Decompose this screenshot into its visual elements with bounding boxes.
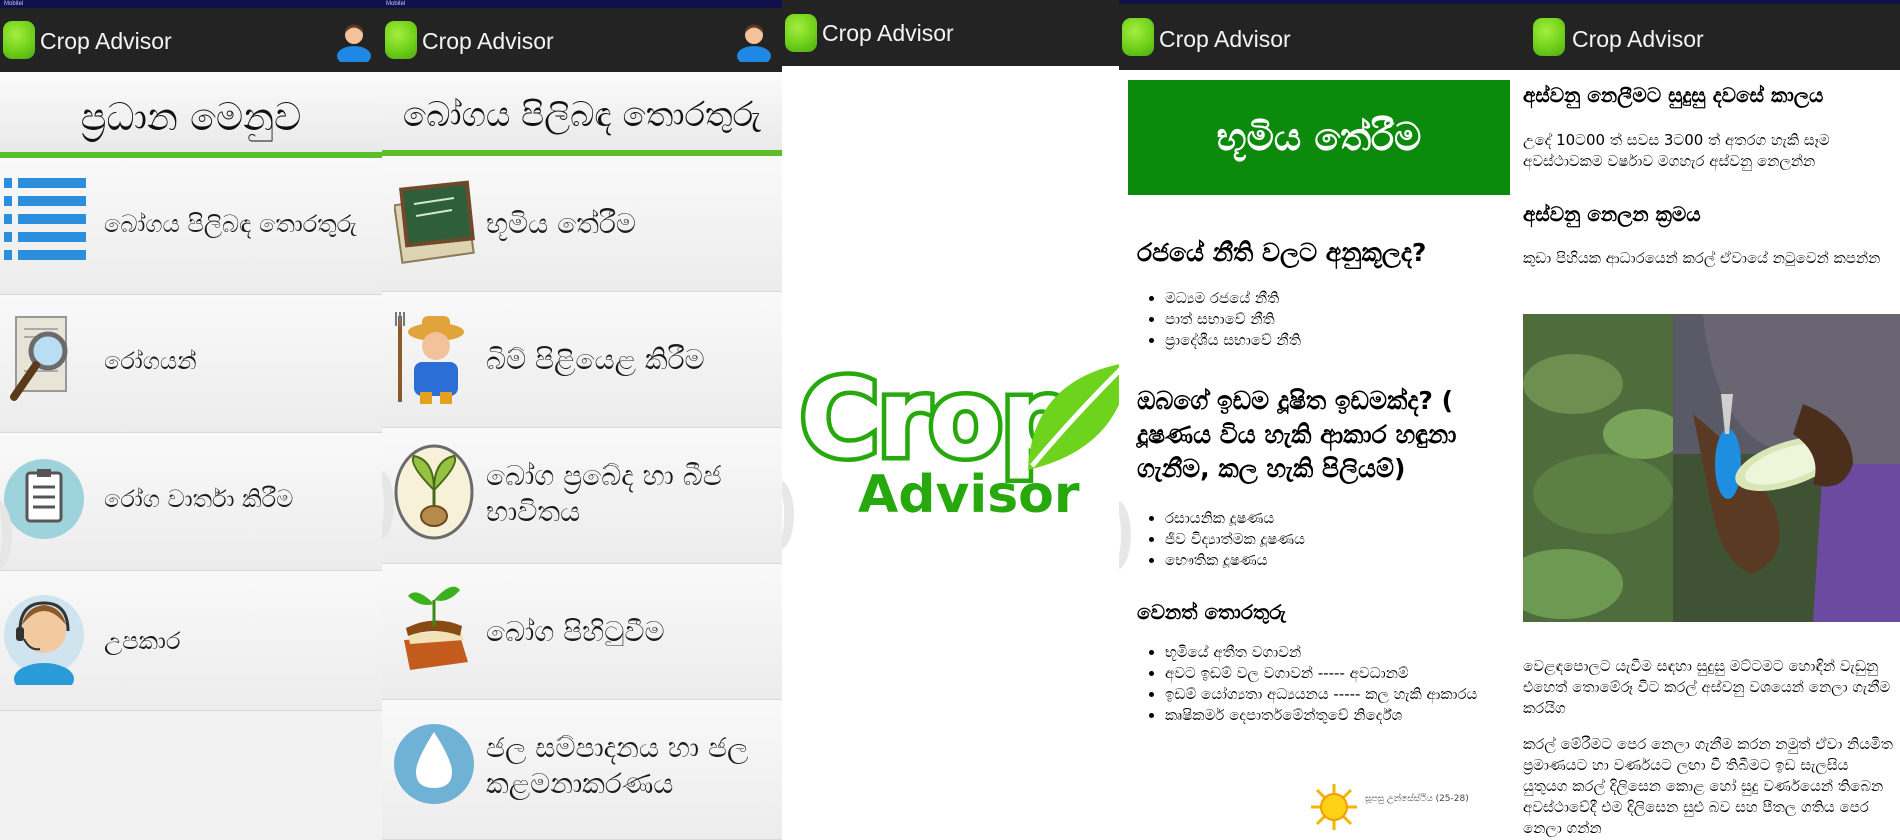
article-heading-text: අස්වනු නෙලීමට සුදුසු දවසේ කාලය [1523,83,1824,107]
article-paragraph-text: කරල් මේරීමට පෙර නෙලා ගැනීම කරන නමුත් ඒවා… [1523,735,1893,837]
bullet-item: මධ්‍යම රජයේ නීති [1165,288,1509,309]
menu-item-label: බිම් පිළියෙළ කිරීම [486,343,705,376]
section-heading: රජයේ නීති වලට අනුකූලද? [1137,238,1427,267]
menu-item-label: ජල සම්පාදනය හා ජල කළමනාකරණය [486,731,749,800]
section-heading: වෙනත් තොරතුරු [1137,600,1286,624]
bullet-item: භූමියේ අතීත වගාවන් [1165,642,1509,663]
app-bar: Crop Advisor [1519,4,1900,70]
menu-item-crop-establishment[interactable]: බෝග පිහිටුවීම [382,564,782,700]
menu-item-irrigation[interactable]: ජල සම්පාදනය හා ජල කළමනාකරණය [382,700,782,840]
screen-splash: Crop Advisor Crop Crop Advisor [782,0,1119,840]
farmer-icon [395,312,464,404]
app-title: Crop Advisor [1572,26,1704,52]
section-legal: රජයේ නීති වලට අනුකූලද? මධ්‍යම රජයේ නීති … [1137,236,1509,351]
menu-item-varieties-seeds[interactable]: බෝග ප්‍රබේද හා බීජ භාවිතය [382,428,782,564]
app-bar: Crop Advisor [0,8,382,72]
leaf-icon [1028,364,1119,470]
article-heading: අස්වනු නෙලීමට සුදුසු දවසේ කාලය [1523,82,1894,108]
menu-item-label: රෝග වාර්තා කිරීම [104,485,294,513]
bullet-item: අවට ඉඩම් වල වගාවන් ----- අවධානම් [1165,663,1509,684]
plant-book-icon [404,586,468,670]
menu-item-label: බෝග පිහිටුවීම [486,615,665,648]
section-other-info: වෙනත් තොරතුරු භූමියේ අතීත වගාවන් අවට ඉඩම… [1137,600,1509,726]
bullet-item: භෞතික දූෂණය [1165,550,1509,571]
menu-item-label: රෝගයන් [104,347,197,375]
status-carrier: Mobitel [4,1,24,7]
article-paragraph: වෙළඳපොලට යැවීම සඳහා සුදුසු මට්ටමට හොඳින්… [1523,656,1894,719]
clipboard-badge-icon [4,459,84,539]
screen-harvest: Crop Advisor අස්වනු නෙලීමට සුදුසු දවසේ ක… [1519,0,1900,840]
app-bar: Crop Advisor [382,8,782,72]
article-heading: අස්වනු නෙලන ක්‍රමය [1523,201,1894,227]
crop-advisor-logo: Crop Crop Advisor [795,355,1119,530]
article-paragraph-text: වෙළඳපොලට යැවීම සඳහා සුදුසු මට්ටමට හොඳින්… [1523,657,1891,717]
app-logo-icon[interactable] [1122,18,1154,56]
carousel-edge-indicator [1119,500,1131,570]
bullet-list: භූමියේ අතීත වගාවන් අවට ඉඩම් වල වගාවන් --… [1137,642,1509,726]
bullet-item: පාත් සභාවේ නීති [1165,309,1509,330]
page-title: ප්‍රධාන මෙනුව [0,72,382,152]
bullet-list: රසායනික දූෂණය ජීව විද්‍යාත්මක දූෂණය භෞති… [1137,508,1509,571]
section-pollution: ඔබගේ ඉඩම දූෂිත ඉඩමක්ද? ( දූෂණය විය හැකි … [1137,384,1509,571]
menu-item-label: උපකාර [104,627,181,655]
bullet-item: ජීව විද්‍යාත්මක දූෂණය [1165,529,1509,550]
screen-land-selection: Crop Advisor භූමිය තේරීම රජයේ නීති වලට අ… [1119,0,1519,840]
list-icon [4,178,86,260]
article-paragraph: උදේ 10ට00 ත් සවස 3ට00 ත් අතරග හැකි සෑම අ… [1523,130,1894,172]
app-title: Crop Advisor [1159,26,1291,52]
seedling-icon [394,444,474,540]
app-logo-icon[interactable] [1533,18,1565,56]
screen-main-menu: Mobitel Crop Advisor ප්‍රධාන මෙනුව බෝගය … [0,0,382,840]
article-heading-text: අස්වනු නෙලන ක්‍රමය [1523,202,1701,226]
carousel-edge-indicator [782,480,794,550]
screen-crop-info: Mobitel Crop Advisor බෝගය පිලිබඳ තොරතුරු… [382,0,782,840]
user-profile-icon[interactable] [336,20,372,62]
app-title: Crop Advisor [422,28,554,54]
menu-item-diseases[interactable]: රෝගයන් [0,295,382,433]
app-bar: Crop Advisor [782,0,1119,66]
app-logo-icon[interactable] [785,14,817,52]
article-paragraph-text: කුඩා පිහියක ආධාරයෙන් කරල් ඒවායේ නටුවෙන් … [1523,249,1881,267]
menu-item-land-prep[interactable]: බිම් පිළියෙළ කිරීම [382,292,782,428]
menu-item-label: බෝගය පිලිබඳ තොරතුරු [104,210,357,238]
page-title: බෝගය පිලිබඳ තොරතුරු [382,72,782,150]
menu-item-label: බෝග ප්‍රබේද හා බීජ භාවිතය [486,459,722,528]
section-heading: ඔබගේ ඉඩම දූෂිත ඉඩමක්ද? ( දූෂණය විය හැකි … [1137,386,1457,483]
chalkboard-icon [394,180,475,264]
article-paragraph: කුඩා පිහියක ආධාරයෙන් කරල් ඒවායේ නටුවෙන් … [1523,248,1894,269]
magnifier-document-icon [10,316,68,401]
headset-support-icon [4,595,84,685]
footer-caption: සූපසු උන්සේස්ථිය (25-28) [1365,794,1469,804]
app-bar: Crop Advisor [1119,4,1519,70]
app-title: Crop Advisor [822,20,954,46]
status-carrier: Mobitel [386,1,406,7]
article-paragraph-text: උදේ 10ට00 ත් සවස 3ට00 ත් අතරග හැකි සෑම අ… [1523,131,1830,170]
logo-word-advisor: Advisor [858,465,1080,525]
menu-item-crop-info[interactable]: බෝගය පිලිබඳ තොරතුරු [0,158,382,295]
article-paragraph: කරල් මේරීමට පෙර නෙලා ගැනීම කරන නමුත් ඒවා… [1523,734,1894,839]
hand-cutting-pod-photo [1523,314,1900,622]
user-profile-icon[interactable] [736,20,772,62]
bullet-item: ඉඩම් යෝග්‍යතා අධ්‍යයනය ----- කල හැකි ආකා… [1165,684,1509,705]
bullet-item: කෘෂිකර්ම දෙපාර්තමේන්තුවේ නිර්දේශ [1165,705,1509,726]
menu-item-help[interactable]: උපකාර [0,571,382,711]
section-banner: භූමිය තේරීම [1128,80,1510,195]
app-logo-icon[interactable] [3,21,35,59]
menu-item-label: භූමිය තේරීම [486,207,637,240]
app-title: Crop Advisor [40,28,172,54]
water-drop-icon [394,724,474,804]
menu-item-report-disease[interactable]: රෝග වාර්තා කිරීම [0,433,382,571]
app-logo-icon[interactable] [385,21,417,59]
menu-item-land-selection[interactable]: භූමිය තේරීම [382,156,782,292]
status-bar: Mobitel [0,0,382,8]
status-bar: Mobitel [382,0,782,8]
bullet-list: මධ්‍යම රජයේ නීති පාත් සභාවේ නීති ප්‍රාදේ… [1137,288,1509,351]
bullet-item: ප්‍රාදේශීය සභාවේ නීති [1165,330,1509,351]
bullet-item: රසායනික දූෂණය [1165,508,1509,529]
sun-logo-icon [1311,784,1357,830]
